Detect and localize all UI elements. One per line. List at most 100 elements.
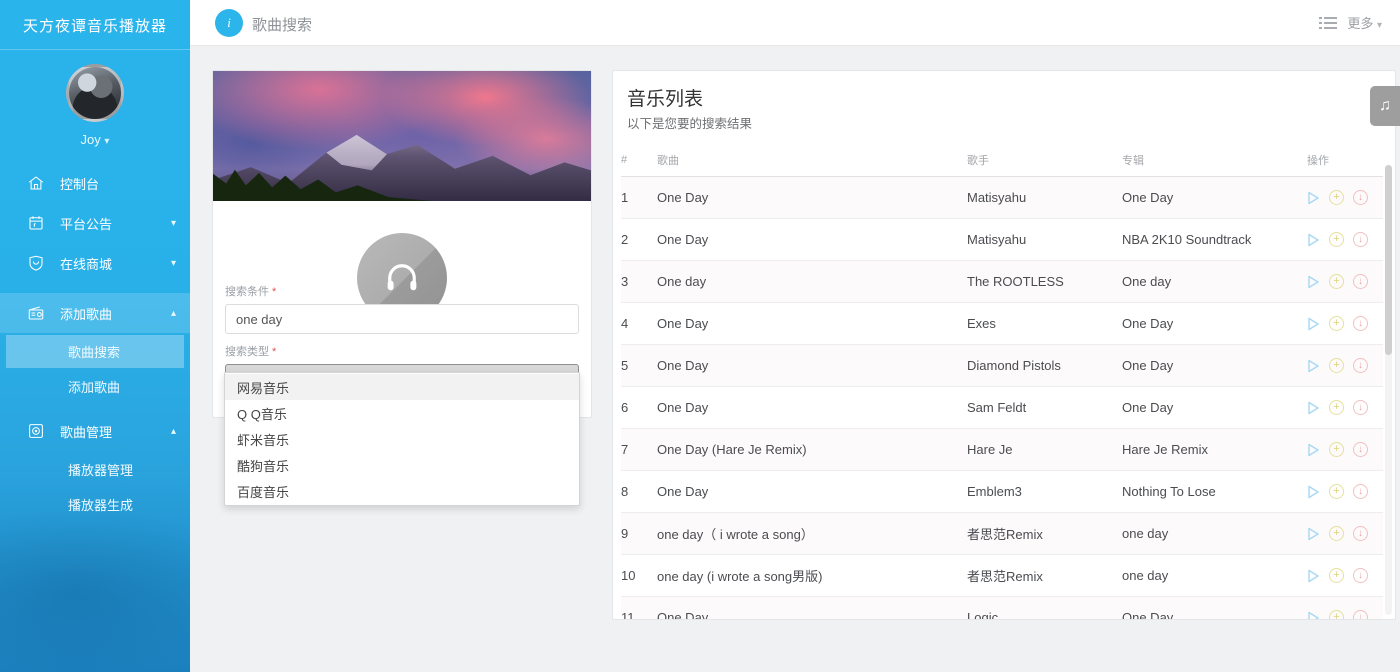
cell-album: One Day	[1122, 387, 1307, 429]
play-icon[interactable]	[1307, 569, 1320, 583]
download-icon[interactable]: ↓	[1353, 442, 1368, 457]
add-icon[interactable]: +	[1329, 358, 1344, 373]
app-title: 天方夜谭音乐播放器	[0, 0, 190, 49]
select-option[interactable]: Q Q音乐	[225, 400, 579, 426]
cell-album: Nothing To Lose	[1122, 471, 1307, 513]
list-icon[interactable]	[1319, 16, 1337, 30]
cell-artist: Emblem3	[967, 471, 1122, 513]
cell-num: 9	[621, 513, 657, 555]
play-icon[interactable]	[1307, 275, 1320, 289]
music-note-tab[interactable]: ♫	[1370, 86, 1400, 126]
add-icon[interactable]: +	[1329, 316, 1344, 331]
table-scrollbar[interactable]	[1385, 165, 1392, 615]
download-icon[interactable]: ↓	[1353, 568, 1368, 583]
user-menu[interactable]: Joy ▾	[0, 132, 190, 147]
table-header-row: # 歌曲 歌手 专辑 操作	[621, 146, 1383, 177]
more-dropdown[interactable]: 更多 ▾	[1347, 13, 1382, 32]
submenu-add-songs: 歌曲搜索添加歌曲	[0, 335, 190, 403]
cell-artist: 者思范Remix	[967, 513, 1122, 555]
add-icon[interactable]: +	[1329, 232, 1344, 247]
cell-num: 4	[621, 303, 657, 345]
required-mark: *	[272, 286, 276, 298]
cell-actions: +↓	[1307, 597, 1383, 621]
download-icon[interactable]: ↓	[1353, 190, 1368, 205]
download-icon[interactable]: ↓	[1353, 274, 1368, 289]
cell-num: 6	[621, 387, 657, 429]
table-row: 5One DayDiamond PistolsOne Day+↓	[621, 345, 1383, 387]
cell-num: 8	[621, 471, 657, 513]
download-icon[interactable]: ↓	[1353, 400, 1368, 415]
cell-song: One Day (Hare Je Remix)	[657, 429, 967, 471]
radio-icon	[26, 303, 46, 323]
table-row: 6One DaySam FeldtOne Day+↓	[621, 387, 1383, 429]
play-icon[interactable]	[1307, 191, 1320, 205]
scrollbar-thumb[interactable]	[1385, 165, 1392, 355]
play-icon[interactable]	[1307, 443, 1320, 457]
select-option[interactable]: 百度音乐	[225, 478, 579, 504]
add-icon[interactable]: +	[1329, 526, 1344, 541]
play-icon[interactable]	[1307, 401, 1320, 415]
results-subtitle: 以下是您要的搜索结果	[627, 113, 1395, 132]
sidebar-subitem[interactable]: 歌曲搜索	[6, 335, 184, 368]
play-icon[interactable]	[1307, 317, 1320, 331]
cell-song: One Day	[657, 471, 967, 513]
add-icon[interactable]: +	[1329, 274, 1344, 289]
download-icon[interactable]: ↓	[1353, 484, 1368, 499]
column-header-album: 专辑	[1122, 146, 1307, 177]
cell-album: Hare Je Remix	[1122, 429, 1307, 471]
play-icon[interactable]	[1307, 359, 1320, 373]
download-icon[interactable]: ↓	[1353, 316, 1368, 331]
select-option[interactable]: 酷狗音乐	[225, 452, 579, 478]
sidebar-item-store[interactable]: 在线商城 ▾	[0, 243, 190, 283]
shield-icon	[26, 253, 46, 273]
add-icon[interactable]: +	[1329, 400, 1344, 415]
condition-label: 搜索条件*	[225, 283, 579, 299]
play-icon[interactable]	[1307, 233, 1320, 247]
select-option[interactable]: 虾米音乐	[225, 426, 579, 452]
download-icon[interactable]: ↓	[1353, 232, 1368, 247]
cell-actions: +↓	[1307, 177, 1383, 219]
cell-num: 1	[621, 177, 657, 219]
required-mark: *	[272, 346, 276, 358]
add-icon[interactable]: +	[1329, 442, 1344, 457]
cell-artist: Exes	[967, 303, 1122, 345]
cell-song: One Day	[657, 597, 967, 621]
cell-album: NBA 2K10 Soundtrack	[1122, 219, 1307, 261]
play-icon[interactable]	[1307, 527, 1320, 541]
chevron-down-icon: ▾	[104, 136, 109, 147]
cell-actions: +↓	[1307, 219, 1383, 261]
sidebar-item-label: 控制台	[60, 174, 176, 193]
download-icon[interactable]: ↓	[1353, 526, 1368, 541]
download-icon[interactable]: ↓	[1353, 610, 1368, 620]
column-header-song: 歌曲	[657, 146, 967, 177]
cell-song: One Day	[657, 303, 967, 345]
add-icon[interactable]: +	[1329, 568, 1344, 583]
cell-actions: +↓	[1307, 429, 1383, 471]
sidebar-item-announcements[interactable]: 平台公告 ▾	[0, 203, 190, 243]
table-row: 8One DayEmblem3Nothing To Lose + ↓	[621, 471, 1383, 513]
add-icon[interactable]: +	[1329, 610, 1344, 620]
sidebar-item-label: 添加歌曲	[60, 304, 171, 323]
sidebar-item-console[interactable]: 控制台	[0, 163, 190, 203]
download-icon[interactable]: ↓	[1353, 358, 1368, 373]
cell-actions: +↓	[1307, 261, 1383, 303]
sidebar-subitem[interactable]: 播放器管理	[6, 453, 184, 486]
sidebar: 天方夜谭音乐播放器 Joy ▾ 控制台 平台公告 ▾	[0, 0, 190, 672]
play-icon[interactable]	[1307, 485, 1320, 499]
sidebar-item-song-management[interactable]: 歌曲管理 ▴	[0, 411, 190, 451]
cell-artist: Sam Feldt	[967, 387, 1122, 429]
avatar[interactable]	[66, 64, 124, 122]
add-icon[interactable]: +	[1329, 484, 1344, 499]
cell-artist: 者思范Remix	[967, 555, 1122, 597]
cell-album: One Day	[1122, 597, 1307, 621]
chevron-down-icon: ▾	[171, 258, 176, 269]
sidebar-subitem[interactable]: 播放器生成	[6, 488, 184, 521]
cell-song: One Day	[657, 177, 967, 219]
add-icon[interactable]: +	[1329, 190, 1344, 205]
sidebar-subitem[interactable]: 添加歌曲	[6, 370, 184, 403]
play-icon[interactable]	[1307, 611, 1320, 621]
results-card: 音乐列表 以下是您要的搜索结果 # 歌曲 歌手 专辑 操作 1One DayMa…	[612, 70, 1396, 620]
search-condition-input[interactable]	[225, 304, 579, 334]
sidebar-item-add-songs[interactable]: 添加歌曲 ▴	[0, 293, 190, 333]
select-option[interactable]: 网易音乐	[225, 374, 579, 400]
